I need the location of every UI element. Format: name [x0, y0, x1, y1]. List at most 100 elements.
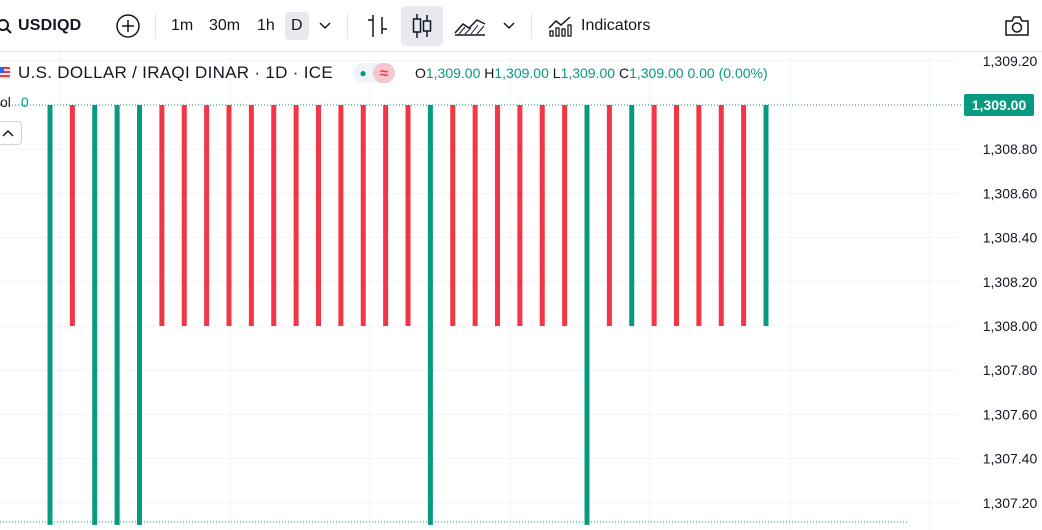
interval-1h-label: 1h: [257, 17, 275, 34]
candle: [226, 105, 232, 326]
change-value: 0.00 (0.00%): [687, 65, 768, 81]
symbol-name: USDIQD: [18, 17, 82, 34]
candle: [584, 105, 590, 525]
interval-d-label: D: [285, 12, 309, 40]
candle: [159, 105, 165, 326]
candle: [539, 105, 545, 326]
toolbar-divider: [347, 13, 348, 39]
candle: [181, 105, 187, 326]
candle: [495, 105, 500, 326]
bars-style-button[interactable]: [363, 0, 391, 52]
candle: [338, 105, 344, 326]
last-price-label: 1,309.00: [972, 97, 1027, 113]
open-key: O: [414, 65, 426, 81]
candle: [383, 105, 389, 326]
price-tick-label: 1,309.20: [983, 53, 1038, 69]
price-tick-label: 1,308.60: [983, 185, 1038, 201]
candle: [92, 105, 98, 525]
candle: [651, 105, 657, 326]
chevron-down-icon: [503, 22, 515, 30]
candle: [137, 105, 142, 525]
interval-30m-label: 30m: [209, 17, 241, 34]
candle: [562, 105, 568, 326]
candle: [360, 105, 366, 326]
candle: [629, 105, 635, 326]
search-icon: [0, 19, 12, 34]
top-toolbar: USDIQD 1m 30m 1h D Indicators: [0, 0, 1042, 52]
candle: [271, 105, 277, 326]
candle: [450, 105, 456, 326]
symbol-description[interactable]: U.S. DOLLAR / IRAQI DINAR · 1D · ICE: [18, 63, 333, 83]
close-key: C: [618, 65, 630, 81]
price-tick-label: 1,307.40: [983, 451, 1038, 467]
interval-30m[interactable]: 30m: [209, 0, 240, 52]
volume-label: ol: [0, 94, 11, 110]
high-key: H: [484, 65, 495, 81]
bar-chart-icon: [368, 15, 387, 37]
low-value: 1,309.00: [560, 65, 616, 81]
candle: [718, 105, 724, 326]
open-value: 1,309.00: [425, 65, 481, 81]
area-style-button[interactable]: [451, 0, 489, 52]
candle: [741, 105, 747, 326]
interval-d[interactable]: D: [285, 0, 309, 52]
chevron-down-icon: [319, 22, 331, 30]
indicators-button[interactable]: Indicators: [547, 0, 650, 52]
volume-value: 0: [20, 94, 29, 110]
candle: [674, 105, 679, 326]
price-tick-label: 1,307.20: [983, 495, 1038, 511]
indicators-label: Indicators: [581, 17, 651, 34]
interval-1m[interactable]: 1m: [171, 0, 193, 52]
candle: [248, 105, 254, 326]
high-value: 1,309.00: [494, 65, 549, 81]
candle: [69, 105, 75, 326]
candle: [763, 105, 769, 326]
add-symbol-icon: [116, 14, 140, 38]
price-axis[interactable]: 1,309.20 1,308.80 1,308.60 1,308.40 1,308.20…: [964, 53, 1037, 511]
chevron-up-icon: [2, 129, 14, 137]
toolbar-divider: [155, 13, 156, 39]
candle: [405, 105, 411, 326]
candle: [114, 105, 120, 525]
interval-1h[interactable]: 1h: [257, 0, 275, 52]
price-tick-label: 1,308.00: [983, 318, 1038, 334]
price-tick-label: 1,308.40: [983, 230, 1038, 246]
candles-style-button[interactable]: [401, 6, 443, 46]
chart-grid: [0, 52, 958, 530]
add-symbol-button[interactable]: [113, 0, 143, 52]
price-chart[interactable]: 1,309.20 1,308.80 1,308.60 1,308.40 1,308.20…: [0, 52, 1042, 530]
collapse-legend-button[interactable]: [0, 121, 22, 145]
indicators-icon: [548, 16, 572, 37]
area-chart-icon: [454, 19, 486, 36]
chart-style-dropdown[interactable]: [500, 0, 518, 52]
chart-legend: U.S. DOLLAR / IRAQI DINAR · 1D · ICE ● ≈…: [0, 61, 768, 85]
toolbar-divider: [531, 13, 532, 39]
delayed-data-icon: ≈: [372, 63, 395, 83]
ohlc-values: O1,309.00 H1,309.00 L1,309.00 C1,309.00 …: [415, 65, 768, 81]
candle: [427, 105, 433, 525]
candle: [204, 105, 210, 326]
close-value: 1,309.00: [629, 65, 684, 81]
market-open-dot-icon: ●: [359, 66, 367, 80]
candle: [316, 105, 321, 326]
interval-dropdown[interactable]: [316, 0, 334, 52]
candle: [517, 105, 523, 326]
symbol-search[interactable]: USDIQD: [0, 0, 81, 52]
candle: [606, 105, 612, 326]
price-tick-label: 1,308.20: [983, 274, 1038, 290]
price-tick-label: 1,307.60: [983, 406, 1038, 422]
candle: [47, 105, 53, 525]
market-status[interactable]: ● ≈: [352, 63, 395, 83]
candles-icon: [412, 14, 432, 38]
camera-icon: [1005, 16, 1029, 36]
low-key: L: [552, 65, 561, 81]
candle: [293, 105, 299, 326]
interval-1m-label: 1m: [171, 17, 194, 34]
candle: [696, 105, 702, 326]
snapshot-button[interactable]: [1002, 0, 1032, 52]
flag-icon: [0, 66, 12, 80]
candles: [0, 104, 962, 525]
candle: [472, 105, 478, 326]
price-tick-label: 1,308.80: [983, 141, 1038, 157]
price-tick-label: 1,307.80: [983, 362, 1038, 378]
